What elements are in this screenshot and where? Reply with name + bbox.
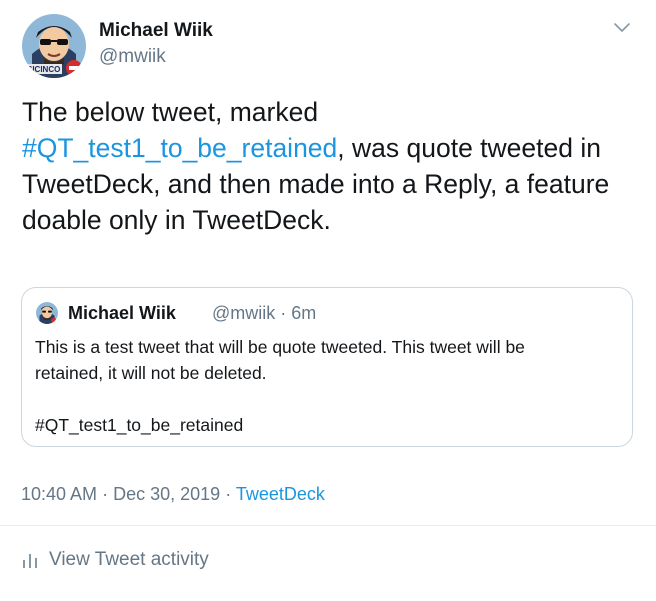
author-avatar[interactable]: SICINCO [22, 14, 86, 78]
timestamp-separator-1: · [102, 484, 109, 504]
author-handle[interactable]: @mwiik [99, 46, 166, 68]
tweet-time[interactable]: 10:40 AM [21, 484, 97, 504]
view-tweet-activity-label: View Tweet activity [49, 549, 209, 570]
author-name[interactable]: Michael Wiik [99, 20, 213, 42]
quoted-tweet-line-1: This is a test tweet that will be quote … [35, 337, 525, 357]
quoted-author-meta: @mwiik · 6m [212, 303, 316, 324]
tweet-date[interactable]: Dec 30, 2019 [113, 484, 220, 504]
tweet-text: The below tweet, marked #QT_test1_to_be_… [22, 94, 637, 238]
tweet-hashtag-link[interactable]: #QT_test1_to_be_retained [22, 133, 337, 163]
quoted-tweet-hashtag: #QT_test1_to_be_retained [35, 415, 244, 435]
chevron-down-icon[interactable] [613, 22, 631, 34]
quoted-author-handle: @mwiik [212, 303, 276, 323]
tweet-text-before: The below tweet, marked [22, 97, 319, 127]
view-tweet-activity-link[interactable]: View Tweet activity [21, 549, 209, 571]
avatar-badge: SICINCO [27, 65, 60, 74]
tweet-source-link[interactable]: TweetDeck [236, 484, 325, 504]
bar-chart-icon [23, 554, 37, 568]
quoted-author-avatar [36, 302, 58, 324]
quoted-meta-separator: · [280, 303, 287, 323]
quoted-tweet-text: This is a test tweet that will be quote … [35, 334, 620, 438]
quoted-tweet-card[interactable]: Michael Wiik @mwiik · 6m This is a test … [21, 287, 633, 447]
divider [0, 525, 656, 526]
quoted-tweet-age: 6m [291, 303, 317, 323]
quoted-author-name: Michael Wiik [68, 303, 176, 323]
quoted-tweet-line-2: retained, it will not be deleted. [35, 363, 267, 383]
timestamp-separator-2: · [225, 484, 232, 504]
tweet-timestamp: 10:40 AM · Dec 30, 2019 · TweetDeck [21, 484, 325, 505]
